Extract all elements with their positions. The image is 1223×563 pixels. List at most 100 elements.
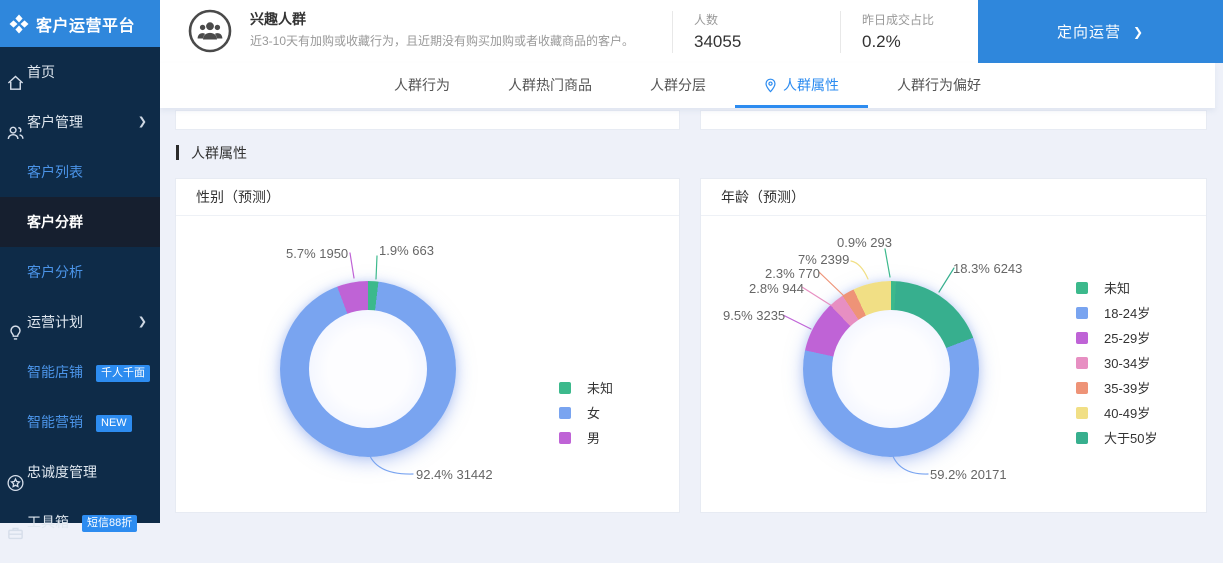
legend-item[interactable]: 25-29岁 (1076, 325, 1157, 350)
leader-line (850, 260, 869, 280)
pie-label-unknown: 0.9% 293 (837, 235, 892, 250)
app-title: 客户运营平台 (36, 17, 136, 35)
sidebar-item-loyalty-management[interactable]: 忠诚度管理 (0, 447, 160, 497)
legend-swatch (1076, 306, 1088, 319)
legend-label: 40-49岁 (1104, 406, 1151, 421)
legend-item[interactable]: 女 (559, 400, 613, 425)
app-logo[interactable]: 客户运营平台 (0, 0, 160, 47)
tab-group-attributes[interactable]: 人群属性 (735, 63, 868, 108)
sidebar-nav: 首页 客户管理 ❯ 客户列表 客户分群 客户分析 运营计划 ❯ 智能店铺 千人千… (0, 47, 160, 547)
users-icon (6, 113, 25, 140)
sidebar-item-label: 工具箱 (27, 514, 69, 530)
legend-swatch (1076, 431, 1088, 444)
divider (840, 11, 841, 53)
pie-label-30-34: 2.8% 944 (749, 281, 804, 296)
divider (672, 11, 673, 53)
legend-item[interactable]: 大于50岁 (1076, 425, 1157, 450)
gender-donut-chart[interactable] (280, 281, 456, 457)
sidebar-item-toolbox[interactable]: 工具箱 短信88折 (0, 497, 160, 547)
leader-line (938, 267, 955, 293)
legend-label: 35-39岁 (1104, 381, 1151, 396)
home-icon (6, 63, 25, 90)
tab-label: 人群分层 (650, 77, 706, 93)
stat-label: 人数 (694, 13, 719, 27)
lightbulb-icon (6, 313, 25, 340)
gender-legend: 未知 女 男 (559, 375, 613, 450)
legend-label: 未知 (587, 381, 614, 396)
card-title: 年龄（预测） (701, 179, 1206, 216)
pie-label-25-29: 9.5% 3235 (723, 308, 786, 323)
sidebar-item-customer-list[interactable]: 客户列表 (0, 147, 160, 197)
tab-group-hot-products[interactable]: 人群热门商品 (479, 63, 621, 108)
sidebar-item-label: 运营计划 (27, 314, 83, 330)
legend-swatch (559, 431, 571, 444)
tab-group-behavior[interactable]: 人群行为 (365, 63, 479, 108)
section-title: 人群属性 (176, 143, 247, 163)
legend-item[interactable]: 30-34岁 (1076, 350, 1157, 375)
legend-item[interactable]: 35-39岁 (1076, 375, 1157, 400)
stat-value: 34055 (694, 32, 742, 51)
tab-label: 人群行为偏好 (897, 77, 981, 93)
leader-line (349, 252, 355, 279)
sidebar-item-label: 智能店铺 (27, 364, 83, 380)
legend-swatch (1076, 281, 1088, 294)
sms-discount-badge: 短信88折 (82, 515, 138, 532)
sidebar-item-operation-plan[interactable]: 运营计划 ❯ (0, 297, 160, 347)
sidebar-item-label: 忠诚度管理 (27, 464, 97, 480)
chevron-right-icon: ❯ (137, 316, 147, 328)
logo-icon (9, 14, 29, 33)
sidebar-item-smart-shop[interactable]: 智能店铺 千人千面 (0, 347, 160, 397)
tab-label: 人群属性 (783, 77, 839, 93)
sidebar-item-customer-segmentation[interactable]: 客户分群 (0, 197, 160, 247)
group-info: 兴趣人群 近3-10天有加购或收藏行为，且近期没有购买加购或者收藏商品的客户。 (250, 9, 685, 50)
legend-label: 30-34岁 (1104, 356, 1151, 371)
legend-item[interactable]: 男 (559, 425, 613, 450)
tab-group-behavior-preference[interactable]: 人群行为偏好 (868, 63, 1010, 108)
legend-label: 女 (587, 406, 601, 421)
tab-group-layering[interactable]: 人群分层 (621, 63, 735, 108)
sidebar-item-label: 首页 (27, 64, 55, 80)
age-donut-chart[interactable] (803, 281, 979, 457)
group-description: 近3-10天有加购或收藏行为，且近期没有购买加购或者收藏商品的客户。 (250, 34, 635, 48)
group-name: 兴趣人群 (250, 11, 306, 27)
pie-label-male: 5.7% 1950 (286, 246, 349, 261)
sidebar-item-customer-analysis[interactable]: 客户分析 (0, 247, 160, 297)
legend-item[interactable]: 18-24岁 (1076, 300, 1157, 325)
sidebar-item-home[interactable]: 首页 (0, 47, 160, 97)
customer-operation-platform: 客户运营平台 首页 客户管理 ❯ 客户列表 客户分群 客户分析 运营计划 ❯ 智… (0, 0, 1223, 540)
pie-label-35-39: 2.3% 770 (765, 266, 820, 281)
sidebar-item-label: 客户管理 (27, 114, 83, 130)
legend-item[interactable]: 未知 (559, 375, 613, 400)
previous-card-bottom (175, 110, 680, 130)
tab-bar: 人群行为 人群热门商品 人群分层 人群属性 人群行为偏好 (160, 63, 1215, 108)
targeted-operation-button[interactable]: 定向运营 ❯ (978, 0, 1223, 63)
previous-card-bottom (700, 110, 1207, 130)
legend-label: 25-29岁 (1104, 331, 1151, 346)
sidebar-item-label: 智能营销 (27, 414, 83, 430)
age-legend: 未知 18-24岁 25-29岁 30-34岁 35-39岁 40-49岁 大于… (1076, 275, 1157, 450)
group-avatar-icon (187, 8, 233, 59)
pie-label-over-50: 18.3% 6243 (953, 261, 1023, 276)
sidebar-item-customer-management[interactable]: 客户管理 ❯ (0, 97, 160, 147)
leader-line (782, 314, 812, 330)
button-label: 定向运营 (1056, 24, 1121, 41)
legend-swatch (1076, 381, 1088, 394)
legend-swatch (559, 381, 571, 394)
smart-shop-badge: 千人千面 (96, 365, 150, 382)
legend-item[interactable]: 未知 (1076, 275, 1157, 300)
stat-label: 昨日成交占比 (862, 13, 935, 27)
leader-line (884, 248, 891, 278)
sidebar: 客户运营平台 首页 客户管理 ❯ 客户列表 客户分群 客户分析 运营计划 ❯ 智… (0, 0, 160, 540)
gender-prediction-card: 性别（预测） 5.7% 1950 1.9% 663 92.4% 31442 未知… (175, 178, 680, 513)
sidebar-item-smart-marketing[interactable]: 智能营销 NEW (0, 397, 160, 447)
legend-label: 18-24岁 (1104, 306, 1151, 321)
new-badge: NEW (96, 415, 132, 432)
legend-swatch (1076, 356, 1088, 369)
card-title: 性别（预测） (176, 179, 679, 216)
title-bar-decoration (176, 145, 179, 160)
toolbox-icon (6, 513, 25, 540)
legend-swatch (559, 406, 571, 419)
legend-item[interactable]: 40-49岁 (1076, 400, 1157, 425)
donut-hole (309, 310, 427, 428)
tab-label: 人群行为 (394, 77, 450, 93)
